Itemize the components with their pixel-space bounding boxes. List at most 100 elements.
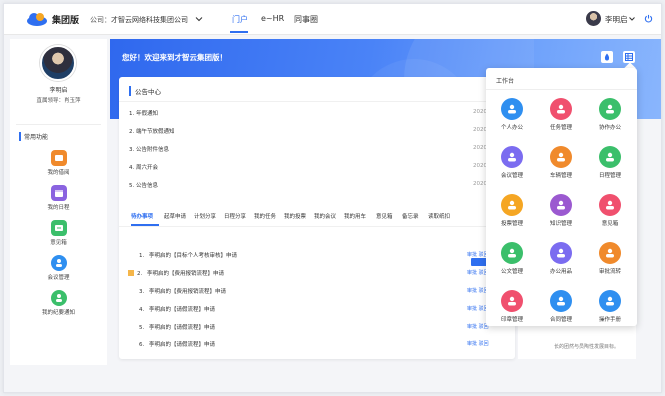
workbench-title: 工作台 <box>496 78 515 85</box>
nav-ehr[interactable]: e~HR <box>261 14 284 23</box>
section-title: 常用功能 <box>19 132 48 141</box>
tab-memo[interactable]: 备忘录 <box>402 212 419 220</box>
workbench-item-label: 知识管理 <box>549 221 572 227</box>
tab-my-meeting[interactable]: 我的会议 <box>314 212 336 220</box>
tab-todo[interactable]: 待办事项 <box>131 212 153 220</box>
workbench-popup: 工作台 个人办公 任务管理 协作办公会议管理 车辆管理 日程管理投票管理 知识管理 意见箱公… <box>486 68 637 326</box>
todo-item[interactable]: 6. 李明启的【请假流程】申请 <box>139 340 215 348</box>
promo-text: 长的团然与员陶性发展目标。 <box>554 344 620 350</box>
approval-icon <box>599 242 621 264</box>
avatar[interactable] <box>586 11 601 26</box>
company-label: 公司： <box>90 16 111 24</box>
opinion-icon <box>599 194 621 216</box>
sidebar-item-label: 我的借阅 <box>47 170 70 176</box>
notice-item[interactable]: 3. 公告附件信息 <box>129 145 169 153</box>
workbench-item-label: 操作手册 <box>598 317 621 323</box>
tab-plan-share[interactable]: 计划分享 <box>194 212 216 220</box>
todo-item[interactable]: 5. 李明启的【请假流程】申请 <box>139 323 215 331</box>
sidebar: 李明启 直属领导：肖玉萍 常用功能 我的借阅 我的日程 意见箱 会议管理 我的纪… <box>10 39 107 365</box>
todo-item[interactable]: 3. 李明启的【费用报销流程】申请 <box>139 287 226 295</box>
workbench-item-label: 会议管理 <box>500 173 523 179</box>
person-icon <box>501 98 523 120</box>
tab-opinion[interactable]: 意见箱 <box>376 212 393 220</box>
notice-item[interactable]: 2. 端午节放假通知 <box>129 127 175 135</box>
top-bar: 集团版 公司：才智云网络科技集团公司 门户 e~HR 同事圈 李明启 <box>4 4 661 35</box>
app-window: 集团版 公司：才智云网络科技集团公司 门户 e~HR 同事圈 李明启 李明启 直… <box>3 3 662 393</box>
sidebar-item-label: 会议管理 <box>47 275 70 281</box>
workbench-item-seal[interactable]: 印章管理 <box>492 290 532 323</box>
tab-schedule-share[interactable]: 日程分享 <box>224 212 246 220</box>
drop-icon-button[interactable] <box>601 51 613 63</box>
divider <box>486 89 637 90</box>
profile-avatar[interactable] <box>40 45 76 81</box>
grid-icon-button[interactable] <box>623 51 635 63</box>
direct-leader: 直属领导：肖玉萍 <box>36 98 81 104</box>
workbench-item-label: 投票管理 <box>500 221 523 227</box>
knowledge-icon <box>550 194 572 216</box>
chevron-down-icon[interactable] <box>628 15 636 23</box>
seal-icon <box>501 290 523 312</box>
sidebar-item-my-borrow[interactable]: 我的借阅 <box>10 150 107 176</box>
page-footer <box>10 365 659 373</box>
workbench-item-supplies[interactable]: 办公用品 <box>541 242 581 275</box>
meeting-icon <box>50 255 67 271</box>
workbench-item-manual[interactable]: 操作手册 <box>590 290 630 323</box>
nav-colleague-circle[interactable]: 同事圈 <box>294 14 318 25</box>
company-name: 才智云网络科技集团公司 <box>111 16 188 24</box>
mailbox-icon <box>50 220 67 236</box>
workbench-item-contract[interactable]: 合同管理 <box>541 290 581 323</box>
car-icon <box>550 146 572 168</box>
sidebar-item-my-schedule[interactable]: 我的日程 <box>10 185 107 211</box>
sidebar-item-notice[interactable]: 我的纪要通知 <box>10 290 107 316</box>
workbench-item-label: 个人办公 <box>500 125 523 131</box>
meeting-icon <box>501 146 523 168</box>
workbench-item-task[interactable]: 任务管理 <box>541 98 581 131</box>
nav-portal[interactable]: 门户 <box>232 14 248 25</box>
cloud-logo-icon[interactable] <box>26 11 48 26</box>
tab-draft[interactable]: 起草申请 <box>164 212 186 220</box>
schedule-icon <box>599 146 621 168</box>
notice-date: 2020 <box>473 127 487 133</box>
todo-item[interactable]: 1. 李明启的【目标个人考核审核】申请 <box>139 251 237 259</box>
sidebar-item-meeting[interactable]: 会议管理 <box>10 255 107 281</box>
workbench-item-label: 意见箱 <box>601 221 619 227</box>
workbench-item-vote[interactable]: 投票管理 <box>492 194 532 227</box>
notice-date: 2020 <box>473 181 487 187</box>
divider <box>16 124 101 125</box>
calendar-icon <box>50 185 67 201</box>
approve-link[interactable]: 审批 驳回 <box>467 340 489 347</box>
todo-item[interactable]: 2. 李明启的【费用报销流程】申请 <box>128 269 224 277</box>
notice-item[interactable]: 1. 年假通知 <box>129 109 158 117</box>
greeting-text: 您好！欢迎来到才智云集团版！ <box>122 53 227 62</box>
workbench-item-person[interactable]: 个人办公 <box>492 98 532 131</box>
notice-title: 公告中心 <box>129 86 161 96</box>
company-selector[interactable]: 公司：才智云网络科技集团公司 <box>90 15 188 25</box>
sidebar-item-opinion-box[interactable]: 意见箱 <box>10 220 107 246</box>
notice-item[interactable]: 4. 周六开会 <box>129 163 158 171</box>
workbench-item-car[interactable]: 车辆管理 <box>541 146 581 179</box>
workbench-item-collab[interactable]: 协作办公 <box>590 98 630 131</box>
drop-icon <box>604 53 610 61</box>
grid-icon <box>625 53 633 61</box>
workbench-item-meeting[interactable]: 会议管理 <box>492 146 532 179</box>
sidebar-item-label: 意见箱 <box>50 240 67 246</box>
power-icon[interactable] <box>644 14 653 23</box>
workbench-item-opinion[interactable]: 意见箱 <box>590 194 630 227</box>
workbench-item-label: 公文管理 <box>500 269 523 275</box>
todo-item[interactable]: 4. 李明启的【请假流程】申请 <box>139 305 215 313</box>
tab-my-car[interactable]: 我的用车 <box>344 212 366 220</box>
workbench-item-schedule[interactable]: 日程管理 <box>590 146 630 179</box>
chevron-down-icon[interactable] <box>194 14 204 24</box>
user-name[interactable]: 李明启 <box>605 14 628 25</box>
tab-read[interactable]: 读取纸扣 <box>428 212 450 220</box>
workbench-item-knowledge[interactable]: 知识管理 <box>541 194 581 227</box>
workbench-item-document[interactable]: 公文管理 <box>492 242 532 275</box>
notice-item[interactable]: 5. 公告信息 <box>129 181 158 189</box>
sidebar-item-label: 我的日程 <box>47 205 70 211</box>
tab-my-task[interactable]: 我的任务 <box>254 212 276 220</box>
workbench-item-approval[interactable]: 审批流转 <box>590 242 630 275</box>
manual-icon <box>599 290 621 312</box>
tab-my-vote[interactable]: 我的投票 <box>284 212 306 220</box>
workbench-item-label: 日程管理 <box>598 173 621 179</box>
task-icon <box>550 98 572 120</box>
